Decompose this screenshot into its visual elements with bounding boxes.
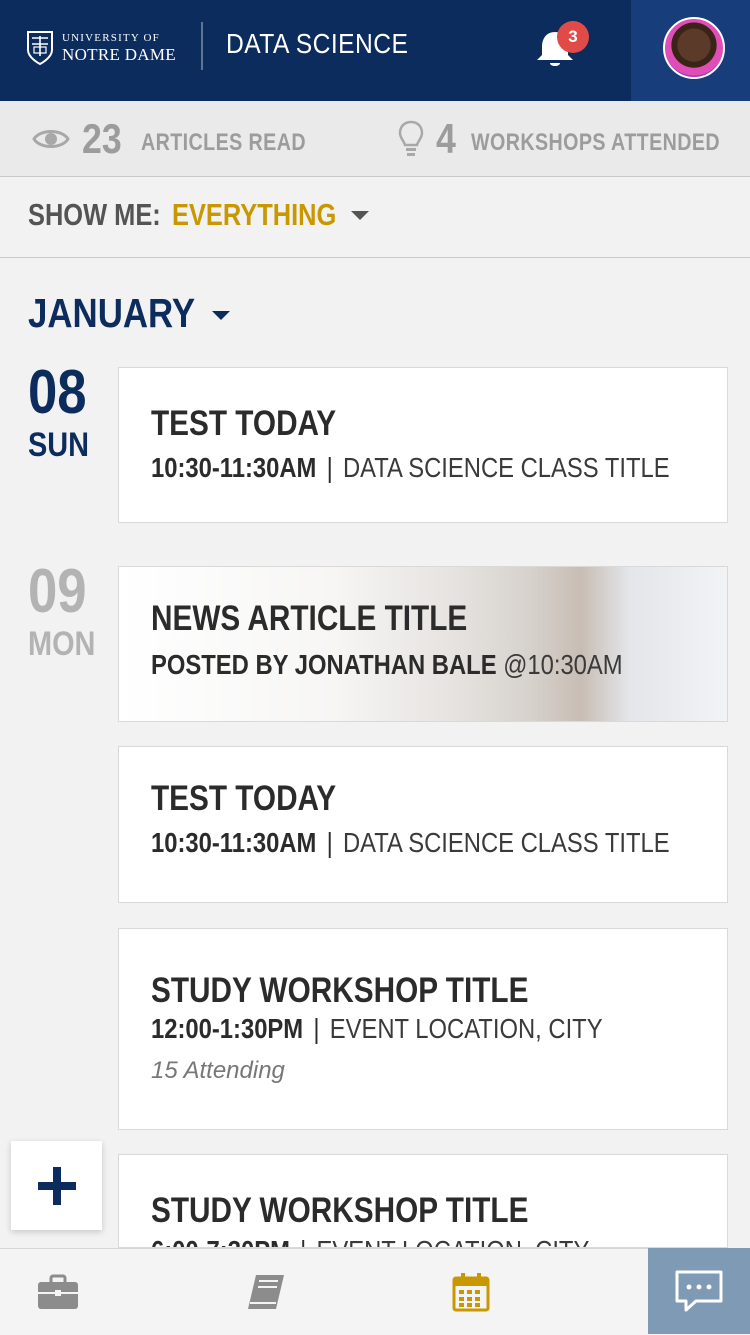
briefcase-icon	[37, 1274, 78, 1309]
app-header: UNIVERSITY OF NOTRE DAME DATA SCIENCE 3	[0, 0, 750, 101]
card-title: NEWS ARTICLE TITLE	[151, 599, 468, 638]
card-detail: DATA SCIENCE CLASS TITLE	[342, 452, 670, 483]
date-label-09: 09 MON	[28, 557, 103, 663]
filter-bar[interactable]: SHOW ME: EVERYTHING	[0, 177, 750, 258]
nav-briefcase[interactable]	[0, 1249, 115, 1335]
card-separator: |	[300, 1235, 306, 1247]
card-title: TEST TODAY	[151, 404, 337, 443]
card-meta: 10:30-11:30AM | DATA SCIENCE CLASS TITLE	[151, 452, 670, 484]
filter-value[interactable]: EVERYTHING	[172, 197, 336, 233]
month-chevron-down-icon[interactable]	[212, 311, 230, 320]
card-separator: |	[326, 827, 333, 858]
card-title: STUDY WORKSHOP TITLE	[151, 971, 529, 1010]
stats-bar: 23 ARTICLES READ 4 WORKSHOPS ATTENDED	[0, 101, 750, 177]
shield-icon	[27, 31, 53, 66]
add-button[interactable]	[11, 1141, 102, 1230]
chat-icon	[675, 1270, 723, 1312]
card-title: STUDY WORKSHOP TITLE	[151, 1191, 529, 1230]
articles-count: 23	[82, 114, 122, 162]
workshops-label: WORKSHOPS ATTENDED	[471, 128, 721, 156]
card-time: @10:30AM	[503, 649, 623, 680]
date-weekday: MON	[28, 625, 96, 663]
filter-label: SHOW ME:	[28, 197, 161, 232]
university-logo[interactable]: UNIVERSITY OF NOTRE DAME	[26, 30, 176, 66]
nav-articles[interactable]	[208, 1249, 323, 1335]
date-label-08: 08 SUN	[28, 358, 103, 464]
card-time: 12:00-1:30PM	[151, 1013, 304, 1044]
news-card[interactable]: NEWS ARTICLE TITLE POSTED BY JONATHAN BA…	[118, 566, 728, 722]
bottom-nav	[0, 1248, 750, 1335]
event-card[interactable]: TEST TODAY 10:30-11:30AM | DATA SCIENCE CL…	[118, 746, 728, 903]
nav-calendar[interactable]	[413, 1249, 528, 1335]
plus-icon	[37, 1166, 76, 1205]
header-divider	[201, 22, 203, 70]
card-detail: DATA SCIENCE CLASS TITLE	[342, 827, 670, 858]
attending-count: 15 Attending	[151, 1057, 285, 1084]
book-icon	[247, 1275, 284, 1309]
card-separator: |	[313, 1013, 320, 1044]
card-meta: 12:00-1:30PM | EVENT LOCATION, CITY	[151, 1013, 603, 1045]
card-author: POSTED BY JONATHAN BALE	[151, 649, 497, 680]
card-meta: 10:30-11:30AM | DATA SCIENCE CLASS TITLE	[151, 827, 670, 859]
card-time: 6:00-7:30PM	[151, 1235, 290, 1247]
calendar-icon	[452, 1273, 489, 1312]
card-separator: |	[326, 452, 333, 483]
card-title: TEST TODAY	[151, 779, 337, 818]
card-detail: EVENT LOCATION, CITY	[329, 1013, 603, 1044]
date-weekday: SUN	[28, 426, 90, 464]
avatar[interactable]	[663, 17, 725, 79]
lightbulb-icon	[398, 120, 424, 156]
workshop-card[interactable]: STUDY WORKSHOP TITLE 12:00-1:30PM | EVENT …	[118, 928, 728, 1130]
eye-icon	[32, 129, 70, 148]
event-card[interactable]: TEST TODAY 10:30-11:30AM | DATA SCIENCE CL…	[118, 367, 728, 523]
nav-chat[interactable]	[648, 1248, 750, 1334]
card-time: 10:30-11:30AM	[151, 827, 317, 858]
app-title: DATA SCIENCE	[226, 28, 409, 59]
logo-line-2: NOTRE DAME	[62, 45, 176, 64]
logo-line-1: UNIVERSITY OF	[62, 32, 160, 44]
date-day: 09	[28, 557, 87, 626]
workshops-count: 4	[436, 114, 456, 162]
card-time: 10:30-11:30AM	[151, 452, 317, 483]
date-day: 08	[28, 358, 87, 427]
card-detail: EVENT LOCATION, CITY	[316, 1235, 589, 1247]
card-meta: 6:00-7:30PM | EVENT LOCATION, CITY	[151, 1235, 589, 1247]
notification-badge: 3	[557, 21, 589, 53]
month-selector[interactable]: JANUARY	[28, 290, 195, 337]
articles-label: ARTICLES READ	[140, 128, 306, 156]
workshops-attended-stat: 4 WORKSHOPS ATTENDED	[398, 101, 750, 176]
workshop-card[interactable]: STUDY WORKSHOP TITLE 6:00-7:30PM | EVENT L…	[118, 1154, 728, 1248]
articles-read-stat: 23 ARTICLES READ	[32, 101, 342, 176]
filter-chevron-down-icon[interactable]	[351, 211, 369, 220]
card-meta: POSTED BY JONATHAN BALE @10:30AM	[151, 649, 623, 681]
